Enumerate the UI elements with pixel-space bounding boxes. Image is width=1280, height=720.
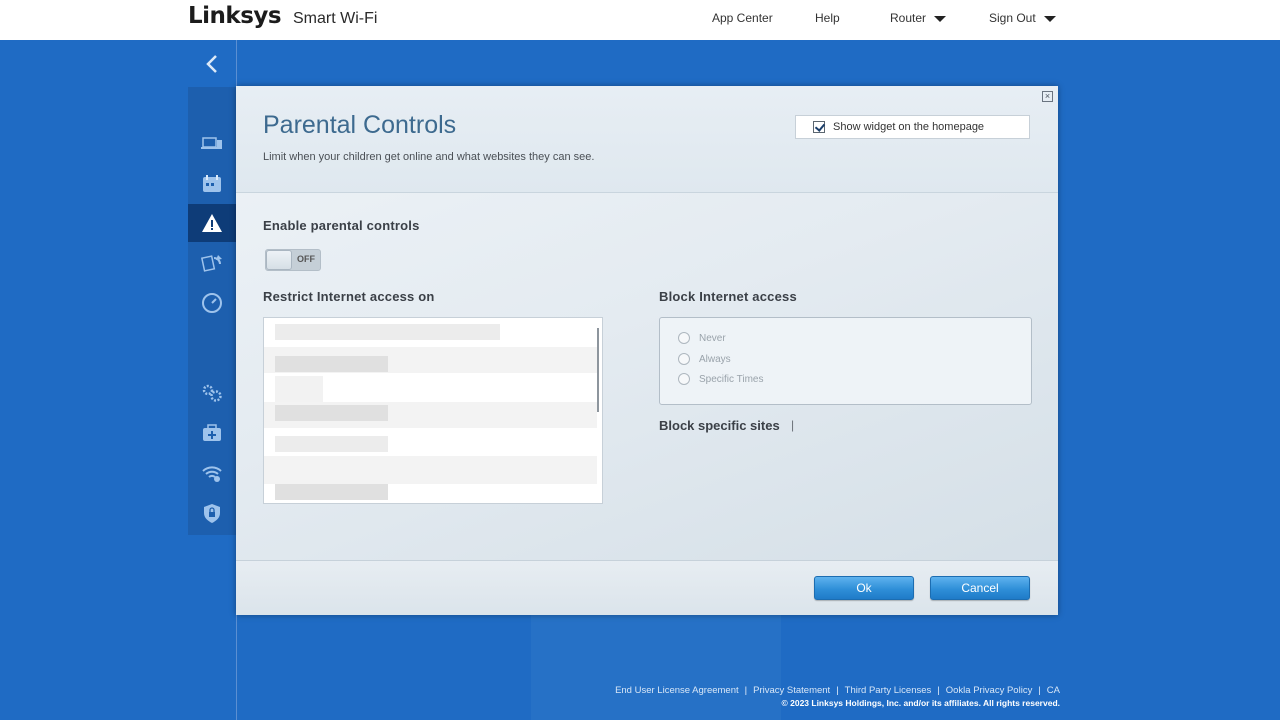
collapse-back-icon[interactable] xyxy=(188,40,236,87)
block-specific-sites-label: Block specific sites xyxy=(659,418,780,433)
ok-button[interactable]: Ok xyxy=(814,576,914,600)
list-item[interactable] xyxy=(264,456,597,484)
parental-controls-toggle[interactable]: OFF xyxy=(265,249,321,271)
nav-help[interactable]: Help xyxy=(815,11,840,25)
footer-link-ookla[interactable]: Ookla Privacy Policy xyxy=(946,685,1033,696)
sign-out-label: Sign Out xyxy=(989,11,1036,25)
list-item[interactable] xyxy=(275,436,388,452)
footer-separator: | xyxy=(1038,685,1041,696)
radio-icon[interactable] xyxy=(678,373,690,385)
devices-icon[interactable] xyxy=(188,125,236,163)
copyright: © 2023 Linksys Holdings, Inc. and/or its… xyxy=(781,698,1060,708)
footer-link-third-party[interactable]: Third Party Licenses xyxy=(845,685,932,696)
footer-links: End User License Agreement | Privacy Stat… xyxy=(615,685,1060,696)
show-widget-checkbox[interactable]: Show widget on the homepage xyxy=(795,115,1030,139)
router-label: Router xyxy=(890,11,927,25)
nav-sign-out[interactable]: Sign Out xyxy=(989,11,1056,25)
text-cursor: | xyxy=(791,418,795,432)
parental-controls-dialog: × Parental Controls Limit when your chil… xyxy=(236,86,1058,615)
footer: End User License Agreement | Privacy Stat… xyxy=(615,685,1060,708)
parental-controls-icon[interactable] xyxy=(188,204,242,242)
linksys-logo[interactable]: Linksys xyxy=(188,3,282,29)
footer-separator: | xyxy=(836,685,839,696)
checkbox-checked-icon[interactable] xyxy=(813,121,825,133)
list-item[interactable] xyxy=(275,376,323,402)
media-icon[interactable] xyxy=(188,244,236,282)
page-title: Parental Controls xyxy=(263,111,457,139)
footer-link-privacy[interactable]: Privacy Statement xyxy=(753,685,830,696)
radio-always[interactable]: Always xyxy=(678,353,731,365)
restrict-access-label: Restrict Internet access on xyxy=(263,289,435,304)
scrollbar[interactable] xyxy=(597,328,599,412)
radio-never-label: Never xyxy=(699,332,726,344)
device-list[interactable] xyxy=(263,317,603,504)
chevron-down-icon xyxy=(934,15,947,22)
radio-specific-times-label: Specific Times xyxy=(699,373,764,385)
close-icon[interactable]: × xyxy=(1042,91,1053,102)
chevron-down-icon xyxy=(1043,15,1056,22)
list-item-name xyxy=(275,405,388,421)
block-access-label: Block Internet access xyxy=(659,289,797,304)
footer-separator: | xyxy=(744,685,748,696)
list-item-name xyxy=(275,356,388,372)
product-name: Smart Wi-Fi xyxy=(293,10,378,27)
list-item-name xyxy=(275,484,388,500)
list-item[interactable] xyxy=(275,324,500,340)
block-access-options: Never Always Specific Times xyxy=(659,317,1032,405)
footer-link-eula[interactable]: End User License Agreement xyxy=(615,685,739,696)
toggle-state: OFF xyxy=(297,254,315,264)
footer-separator: | xyxy=(937,685,940,696)
dialog-header: × Parental Controls Limit when your chil… xyxy=(236,86,1058,193)
radio-always-label: Always xyxy=(699,353,731,365)
radio-icon[interactable] xyxy=(678,332,690,344)
wifi-settings-icon[interactable] xyxy=(188,454,236,492)
show-widget-label: Show widget on the homepage xyxy=(833,121,985,133)
calendar-icon[interactable] xyxy=(188,165,236,203)
enable-parental-controls-label: Enable parental controls xyxy=(263,218,420,233)
footer-link-ca[interactable]: CA xyxy=(1047,685,1060,696)
troubleshooting-icon[interactable] xyxy=(188,414,236,452)
radio-icon[interactable] xyxy=(678,353,690,365)
cancel-button[interactable]: Cancel xyxy=(930,576,1030,600)
radio-never[interactable]: Never xyxy=(678,332,726,344)
page-subtitle: Limit when your children get online and … xyxy=(263,151,595,163)
top-bar: Linksys Smart Wi-Fi App Center Help Rout… xyxy=(0,0,1280,40)
dialog-footer: Ok Cancel xyxy=(236,560,1058,615)
speed-test-icon[interactable] xyxy=(188,284,236,322)
radio-specific-times[interactable]: Specific Times xyxy=(678,373,763,385)
side-nav xyxy=(188,40,424,535)
settings-icon[interactable] xyxy=(188,374,236,412)
nav-router[interactable]: Router xyxy=(890,11,947,25)
toggle-knob xyxy=(266,250,292,270)
nav-app-center[interactable]: App Center xyxy=(712,11,773,25)
security-icon[interactable] xyxy=(188,494,236,532)
